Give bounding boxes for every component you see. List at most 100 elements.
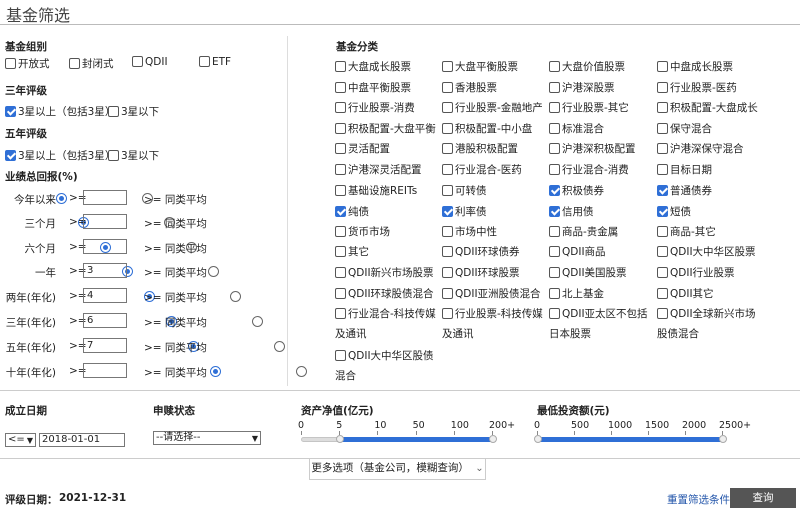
category-option[interactable]: QDII亚洲股债混合 bbox=[442, 286, 541, 301]
category-option[interactable]: QDII环球股票 bbox=[442, 265, 520, 280]
category-option[interactable]: 货币市场 bbox=[335, 224, 390, 239]
performance-value-input[interactable] bbox=[83, 190, 127, 205]
performance-radio-value[interactable] bbox=[56, 193, 67, 204]
checkbox[interactable] bbox=[442, 82, 453, 93]
performance-value-input[interactable] bbox=[83, 363, 127, 378]
checkbox[interactable] bbox=[335, 61, 346, 72]
checkbox[interactable] bbox=[442, 61, 453, 72]
checkbox[interactable] bbox=[549, 226, 560, 237]
checkbox[interactable] bbox=[549, 164, 560, 175]
rating5-option[interactable]: 3星以下 bbox=[108, 148, 159, 163]
checkbox[interactable] bbox=[335, 82, 346, 93]
reset-filters-link[interactable]: 重置筛选条件 bbox=[667, 492, 730, 507]
category-option[interactable]: 其它 bbox=[335, 244, 369, 259]
slider-track[interactable] bbox=[534, 435, 727, 443]
rating3-option[interactable]: 3星以下 bbox=[108, 104, 159, 119]
checkbox[interactable] bbox=[335, 288, 346, 299]
checkbox[interactable] bbox=[442, 143, 453, 154]
category-option[interactable]: 行业混合-医药 bbox=[442, 162, 522, 177]
category-option[interactable]: 中盘成长股票 bbox=[657, 59, 733, 74]
checkbox[interactable] bbox=[132, 56, 143, 67]
checkbox[interactable] bbox=[549, 288, 560, 299]
category-option[interactable]: QDII环球股债混合 bbox=[335, 286, 434, 301]
category-option[interactable]: QDII其它 bbox=[657, 286, 714, 301]
category-option[interactable]: 沪港深积极配置 bbox=[549, 141, 636, 156]
performance-radio-peer[interactable] bbox=[296, 366, 307, 377]
performance-radio-peer[interactable] bbox=[274, 341, 285, 352]
checkbox[interactable] bbox=[657, 226, 668, 237]
checkbox[interactable] bbox=[335, 206, 346, 217]
category-option[interactable]: QDII行业股票 bbox=[657, 265, 735, 280]
checkbox[interactable] bbox=[442, 123, 453, 134]
category-option[interactable]: QDII环球债券 bbox=[442, 244, 520, 259]
checkbox[interactable] bbox=[335, 267, 346, 278]
category-option[interactable]: 沪港深股票 bbox=[549, 80, 615, 95]
checkbox[interactable] bbox=[199, 56, 210, 67]
category-option[interactable]: 行业股票-科技传媒 bbox=[442, 306, 543, 321]
checkbox[interactable] bbox=[549, 82, 560, 93]
checkbox[interactable] bbox=[335, 143, 346, 154]
category-option[interactable]: 北上基金 bbox=[549, 286, 604, 301]
checkbox[interactable] bbox=[335, 102, 346, 113]
category-option[interactable]: 普通债券 bbox=[657, 183, 712, 198]
category-option[interactable]: 商品-其它 bbox=[657, 224, 716, 239]
checkbox[interactable] bbox=[657, 82, 668, 93]
category-option[interactable]: 中盘平衡股票 bbox=[335, 80, 411, 95]
category-option[interactable]: 行业股票-其它 bbox=[549, 100, 629, 115]
performance-radio-peer[interactable] bbox=[230, 291, 241, 302]
category-option[interactable]: 港股积极配置 bbox=[442, 141, 518, 156]
checkbox[interactable] bbox=[657, 288, 668, 299]
slider-handle[interactable] bbox=[489, 435, 497, 443]
performance-value-input[interactable]: 4 bbox=[83, 288, 127, 303]
performance-value-input[interactable]: 7 bbox=[83, 338, 127, 353]
category-option[interactable]: 纯债 bbox=[335, 204, 369, 219]
checkbox[interactable] bbox=[549, 206, 560, 217]
category-option[interactable]: 沪港深灵活配置 bbox=[335, 162, 422, 177]
category-option[interactable]: 行业股票-医药 bbox=[657, 80, 737, 95]
checkbox[interactable] bbox=[657, 164, 668, 175]
category-option[interactable]: 标准混合 bbox=[549, 121, 604, 136]
category-option[interactable]: 积极配置-大盘平衡 bbox=[335, 121, 436, 136]
category-option[interactable]: QDII全球新兴市场 bbox=[657, 306, 756, 321]
category-option[interactable]: 大盘平衡股票 bbox=[442, 59, 518, 74]
checkbox[interactable] bbox=[657, 206, 668, 217]
category-option[interactable]: QDII大中华区股债 bbox=[335, 348, 434, 363]
checkbox[interactable] bbox=[335, 246, 346, 257]
category-option[interactable]: 大盘成长股票 bbox=[335, 59, 411, 74]
checkbox[interactable] bbox=[5, 106, 16, 117]
category-option[interactable]: 信用债 bbox=[549, 204, 594, 219]
checkbox[interactable] bbox=[442, 288, 453, 299]
checkbox[interactable] bbox=[549, 308, 560, 319]
category-option[interactable]: 香港股票 bbox=[442, 80, 497, 95]
fund-group-option[interactable]: 封闭式 bbox=[69, 56, 114, 71]
checkbox[interactable] bbox=[442, 267, 453, 278]
checkbox[interactable] bbox=[442, 164, 453, 175]
inception-date-input[interactable]: 2018-01-01 bbox=[39, 433, 125, 447]
category-option[interactable]: 利率债 bbox=[442, 204, 487, 219]
performance-radio-peer[interactable] bbox=[208, 266, 219, 277]
more-options-button[interactable]: 更多选项（基金公司，模糊查询） ⌄ bbox=[309, 459, 486, 480]
category-option[interactable]: 行业股票-消费 bbox=[335, 100, 415, 115]
checkbox[interactable] bbox=[5, 58, 16, 69]
checkbox[interactable] bbox=[335, 185, 346, 196]
checkbox[interactable] bbox=[657, 185, 668, 196]
checkbox[interactable] bbox=[549, 61, 560, 72]
category-option[interactable]: 市场中性 bbox=[442, 224, 497, 239]
checkbox[interactable] bbox=[657, 123, 668, 134]
category-option[interactable]: QDII美国股票 bbox=[549, 265, 627, 280]
category-option[interactable]: QDII新兴市场股票 bbox=[335, 265, 434, 280]
performance-value-input[interactable]: 6 bbox=[83, 313, 127, 328]
status-select[interactable]: --请选择-- ▼ bbox=[153, 431, 261, 445]
category-option[interactable]: QDII亚太区不包括 bbox=[549, 306, 648, 321]
category-option[interactable]: QDII大中华区股票 bbox=[657, 244, 756, 259]
checkbox[interactable] bbox=[549, 123, 560, 134]
checkbox[interactable] bbox=[657, 143, 668, 154]
category-option[interactable]: 大盘价值股票 bbox=[549, 59, 625, 74]
checkbox[interactable] bbox=[442, 185, 453, 196]
slider-track[interactable] bbox=[301, 435, 497, 443]
performance-radio-peer[interactable] bbox=[252, 316, 263, 327]
checkbox[interactable] bbox=[335, 164, 346, 175]
category-option[interactable]: 行业混合-科技传媒 bbox=[335, 306, 436, 321]
checkbox[interactable] bbox=[549, 102, 560, 113]
checkbox[interactable] bbox=[442, 246, 453, 257]
